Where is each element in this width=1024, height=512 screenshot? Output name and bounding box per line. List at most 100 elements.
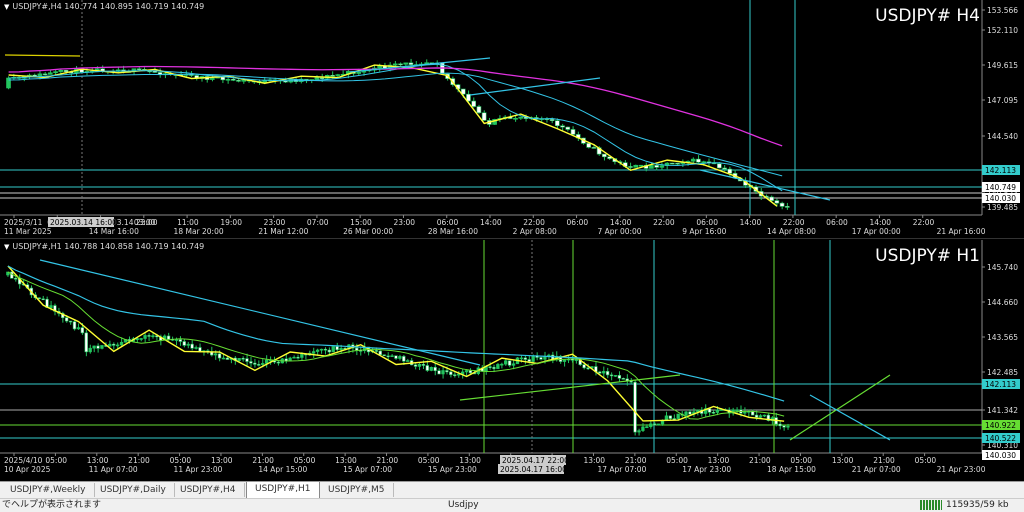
collapse-triangle-icon: ▼: [4, 243, 10, 251]
candle-body: [403, 62, 409, 65]
candle-body: [722, 167, 727, 170]
candle-body: [356, 71, 362, 74]
candle-body: [617, 375, 622, 379]
candle-body: [408, 62, 414, 65]
time-cursor-label-2: 2025.04.17 16:00: [500, 465, 567, 474]
candle-body: [335, 74, 341, 76]
time-subtick-label: 06:00: [696, 218, 718, 227]
candle-body: [786, 425, 790, 428]
trend-line: [789, 374, 891, 441]
candle-body: [84, 332, 88, 353]
time-subtick-label: 13:00: [211, 456, 233, 465]
time-tick-label: 17 Apr 00:00: [852, 227, 901, 236]
candle-body: [539, 357, 543, 360]
candle-body: [598, 371, 602, 374]
time-subtick-label: 22:00: [523, 218, 545, 227]
h1-ohlc-readout: ▼ USDJPY#,H1 140.788 140.858 140.719 140.…: [4, 242, 205, 251]
candle-body: [717, 163, 722, 169]
candle-body: [65, 317, 69, 322]
time-tick-label: 15 Apr 07:00: [343, 465, 392, 474]
candle-body: [715, 409, 720, 413]
candle-body: [782, 425, 786, 428]
price-tick-label: 143.565: [987, 333, 1018, 342]
time-subtick-label: 11:00: [177, 218, 199, 227]
candle-body: [92, 345, 96, 349]
candle-body: [507, 360, 512, 366]
price-label-text: 140.030: [985, 451, 1016, 460]
time-cursor-label: 2025.03.14 16:00: [50, 218, 117, 227]
tab-h4[interactable]: USDJPY#,H4: [172, 483, 245, 497]
time-subtick-label: 07:00: [307, 218, 329, 227]
tab-daily[interactable]: USDJPY#,Daily: [92, 483, 175, 497]
time-subtick-label: 22:00: [913, 218, 935, 227]
candle-body: [112, 343, 116, 346]
candle-body: [76, 327, 81, 330]
time-subtick-label: 21:00: [252, 456, 274, 465]
candle-body: [339, 348, 343, 351]
candle-body: [511, 363, 516, 366]
h4-chart-canvas[interactable]: 153.566 152.110 149.615 147.095 144.540 142.1…: [0, 0, 1024, 238]
candle-body: [441, 370, 445, 375]
time-tick-label: 21 Apr 07:00: [852, 465, 901, 474]
candle-body: [292, 356, 296, 359]
tab-h1[interactable]: USDJPY#,H1: [246, 482, 320, 499]
h1-chart-pane[interactable]: 145.740 144.660 143.565 142.485 141.342 140.9…: [0, 240, 1024, 480]
candle-body: [236, 80, 241, 82]
price-tick-label: 142.485: [987, 368, 1018, 377]
time-subtick-label: 06:00: [826, 218, 848, 227]
candle-body: [53, 71, 58, 74]
candle-body: [417, 364, 422, 367]
time-tick-label: 17 Apr 07:00: [597, 465, 646, 474]
time-subtick-label: 13:00: [335, 456, 357, 465]
candle-body: [311, 351, 316, 354]
h1-chart-canvas[interactable]: 145.740 144.660 143.565 142.485 141.342 140.9…: [0, 240, 1024, 480]
price-label-text: 140.030: [985, 194, 1016, 203]
tab-m5[interactable]: USDJPY#,M5: [320, 483, 394, 497]
candle-body: [711, 412, 716, 414]
candle-body: [300, 353, 304, 358]
time-tick-label: 28 Mar 16:00: [428, 227, 478, 236]
candle-body: [413, 364, 418, 367]
time-subtick-label: 23:00: [393, 218, 415, 227]
candle-body: [237, 358, 241, 361]
candle-body: [445, 370, 449, 373]
time-tick-label: 14 Apr 15:00: [258, 465, 307, 474]
candle-body: [198, 347, 202, 352]
candle-body: [319, 348, 324, 351]
candle-body: [377, 65, 382, 69]
price-tick-label: 144.660: [987, 298, 1018, 307]
candle-body: [449, 371, 453, 375]
candle-body: [392, 63, 398, 66]
time-tick-label: 9 Apr 16:00: [682, 227, 726, 236]
zigzag-line: [7, 265, 785, 422]
candle-body: [690, 158, 696, 162]
candle-body: [654, 165, 659, 168]
tab-weekly[interactable]: USDJPY#,Weekly: [2, 483, 95, 497]
candle-body: [374, 350, 379, 352]
candle-body: [296, 356, 300, 359]
candle-body: [42, 73, 48, 76]
time-subtick-label: 2025/4/10: [4, 456, 43, 465]
time-subtick-label: 2025/3/11: [4, 218, 43, 227]
candle-body: [779, 202, 785, 207]
candle-body: [241, 358, 245, 360]
candle-body: [688, 411, 692, 415]
candle-body: [166, 335, 171, 340]
candle-body: [613, 375, 618, 377]
candle-body: [500, 363, 504, 366]
time-subtick-label: 13:00: [583, 456, 605, 465]
candle-body: [727, 168, 733, 174]
h4-chart-pane[interactable]: 153.566 152.110 149.615 147.095 144.540 142.1…: [0, 0, 1024, 239]
candle-body: [574, 359, 578, 361]
candle-body: [182, 341, 186, 346]
candle-body: [225, 357, 230, 360]
candle-body: [628, 166, 633, 168]
time-tick-label: 14 Mar 16:00: [89, 227, 139, 236]
candle-body: [335, 346, 339, 351]
candle-body: [659, 165, 665, 168]
candle-body: [14, 277, 18, 280]
candle-body: [621, 378, 625, 380]
candle-body: [217, 353, 222, 359]
trend-line: [459, 374, 681, 401]
candle-body: [735, 409, 739, 412]
